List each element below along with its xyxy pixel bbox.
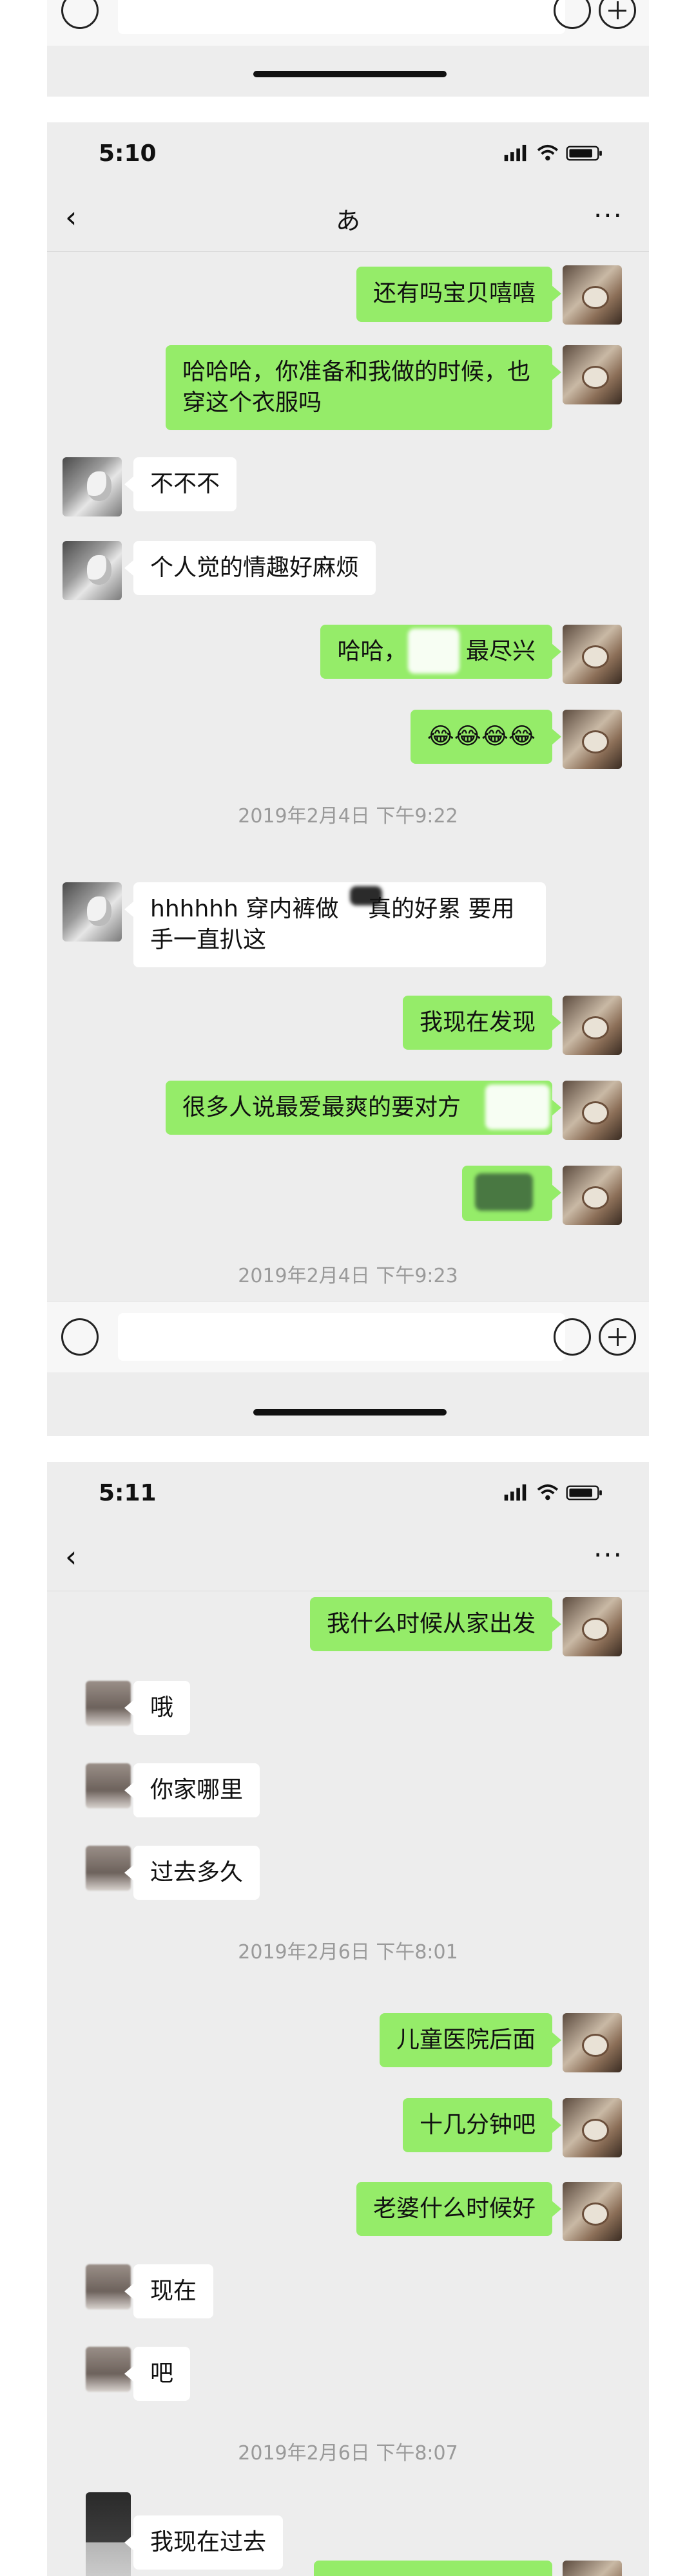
status-icons bbox=[504, 1484, 602, 1501]
message-bubble-out[interactable]: 😂😂😂😂 bbox=[410, 710, 562, 764]
redaction bbox=[475, 1173, 533, 1211]
message-bubble-in[interactable]: 个人觉的情趣好麻烦 bbox=[124, 541, 376, 595]
status-bar: 5:10 bbox=[47, 122, 649, 180]
voice-icon[interactable] bbox=[61, 0, 99, 29]
message-bubble-in[interactable]: 现在 bbox=[124, 2264, 214, 2318]
screen-3: 5:11 ‹ ··· 我什么时候从家出发 哦 你家哪里 过去多久 2019年2月… bbox=[47, 1462, 649, 2576]
avatar-me[interactable] bbox=[563, 625, 622, 684]
redaction bbox=[408, 629, 459, 674]
battery-icon bbox=[566, 1485, 602, 1501]
screen-2: 5:10 ‹ あ ··· 还有吗宝贝嘻嘻 哈哈哈，你准备和我做的时候，也 穿这个… bbox=[47, 122, 649, 1436]
avatar-contact[interactable] bbox=[63, 457, 122, 516]
avatar-me[interactable] bbox=[563, 1081, 622, 1140]
input-bar bbox=[47, 1301, 649, 1372]
timestamp: 2019年2月6日 下午8:01 bbox=[238, 1941, 458, 1964]
message-bubble-out[interactable]: 哈哈哈，你准备和我做的时候，也 穿这个衣服吗 bbox=[166, 345, 561, 430]
avatar-contact[interactable] bbox=[63, 541, 122, 600]
more-icon[interactable]: ··· bbox=[594, 200, 623, 231]
battery-icon bbox=[566, 146, 602, 161]
back-chevron-icon[interactable]: ‹ bbox=[65, 1539, 77, 1574]
avatar-contact[interactable] bbox=[86, 2492, 131, 2576]
status-bar: 5:11 bbox=[47, 1462, 649, 1520]
nav-bar: ‹ あ ··· bbox=[47, 187, 649, 252]
timestamp: 2019年2月4日 下午9:23 bbox=[238, 1265, 458, 1287]
message-input[interactable] bbox=[118, 1313, 565, 1361]
emoji-icon[interactable] bbox=[554, 1318, 591, 1356]
more-icon[interactable]: ··· bbox=[594, 1539, 623, 1571]
avatar-contact[interactable] bbox=[63, 882, 122, 942]
avatar-me[interactable] bbox=[563, 1597, 622, 1656]
message-bubble-out[interactable]: 我什么时候从家出发 bbox=[309, 1597, 562, 1651]
chat-title: あ bbox=[335, 207, 360, 235]
message-bubble-out[interactable]: 老婆什么时候好 bbox=[356, 2182, 562, 2236]
message-input[interactable] bbox=[118, 0, 565, 34]
plus-icon[interactable] bbox=[599, 0, 636, 29]
message-bubble-out-partial[interactable] bbox=[314, 2561, 552, 2576]
voice-icon[interactable] bbox=[61, 1318, 99, 1356]
avatar-me[interactable] bbox=[563, 2013, 622, 2072]
avatar-me[interactable] bbox=[563, 2182, 622, 2241]
avatar-me[interactable] bbox=[563, 265, 622, 325]
nav-bar: ‹ ··· bbox=[47, 1526, 649, 1591]
avatar-me[interactable] bbox=[563, 2561, 622, 2576]
status-time: 5:11 bbox=[99, 1480, 157, 1506]
input-bar bbox=[47, 0, 649, 46]
signal-icon bbox=[504, 144, 527, 162]
message-bubble-in[interactable]: 过去多久 bbox=[124, 1846, 260, 1900]
message-bubble-out[interactable]: 十几分钟吧 bbox=[402, 2098, 562, 2152]
timestamp: 2019年2月4日 下午9:22 bbox=[238, 805, 458, 828]
message-bubble-out[interactable]: 儿童医院后面 bbox=[379, 2013, 562, 2067]
wifi-icon bbox=[537, 1484, 559, 1501]
screen-1-fragment bbox=[47, 0, 649, 97]
avatar-me[interactable] bbox=[563, 1166, 622, 1225]
message-bubble-in[interactable]: 不不不 bbox=[124, 457, 237, 511]
avatar-me[interactable] bbox=[563, 996, 622, 1055]
message-bubble-in[interactable]: 我现在过去 bbox=[124, 2515, 284, 2570]
wifi-icon bbox=[537, 144, 559, 161]
avatar-me[interactable] bbox=[563, 345, 622, 404]
home-indicator[interactable] bbox=[253, 1409, 447, 1416]
avatar-me[interactable] bbox=[563, 710, 622, 769]
message-bubble-in[interactable]: 你家哪里 bbox=[124, 1763, 260, 1817]
message-bubble-in[interactable]: 吧 bbox=[124, 2347, 191, 2401]
status-time: 5:10 bbox=[99, 140, 157, 167]
message-bubble-out[interactable]: 还有吗宝贝嘻嘻 bbox=[356, 267, 562, 322]
avatar-me[interactable] bbox=[563, 2098, 622, 2157]
signal-icon bbox=[504, 1484, 527, 1501]
message-bubble-in[interactable]: 哦 bbox=[124, 1681, 191, 1735]
message-bubble-in[interactable]: hhhhhh 穿内裤做 真的好累 要用 手一直扒这 bbox=[124, 882, 546, 967]
plus-icon[interactable] bbox=[599, 1318, 636, 1356]
status-icons bbox=[504, 144, 602, 162]
message-bubble-out[interactable]: 我现在发现 bbox=[402, 996, 562, 1050]
home-indicator[interactable] bbox=[253, 71, 447, 77]
timestamp: 2019年2月6日 下午8:07 bbox=[238, 2442, 458, 2465]
redaction bbox=[350, 886, 382, 905]
redaction bbox=[485, 1084, 550, 1130]
